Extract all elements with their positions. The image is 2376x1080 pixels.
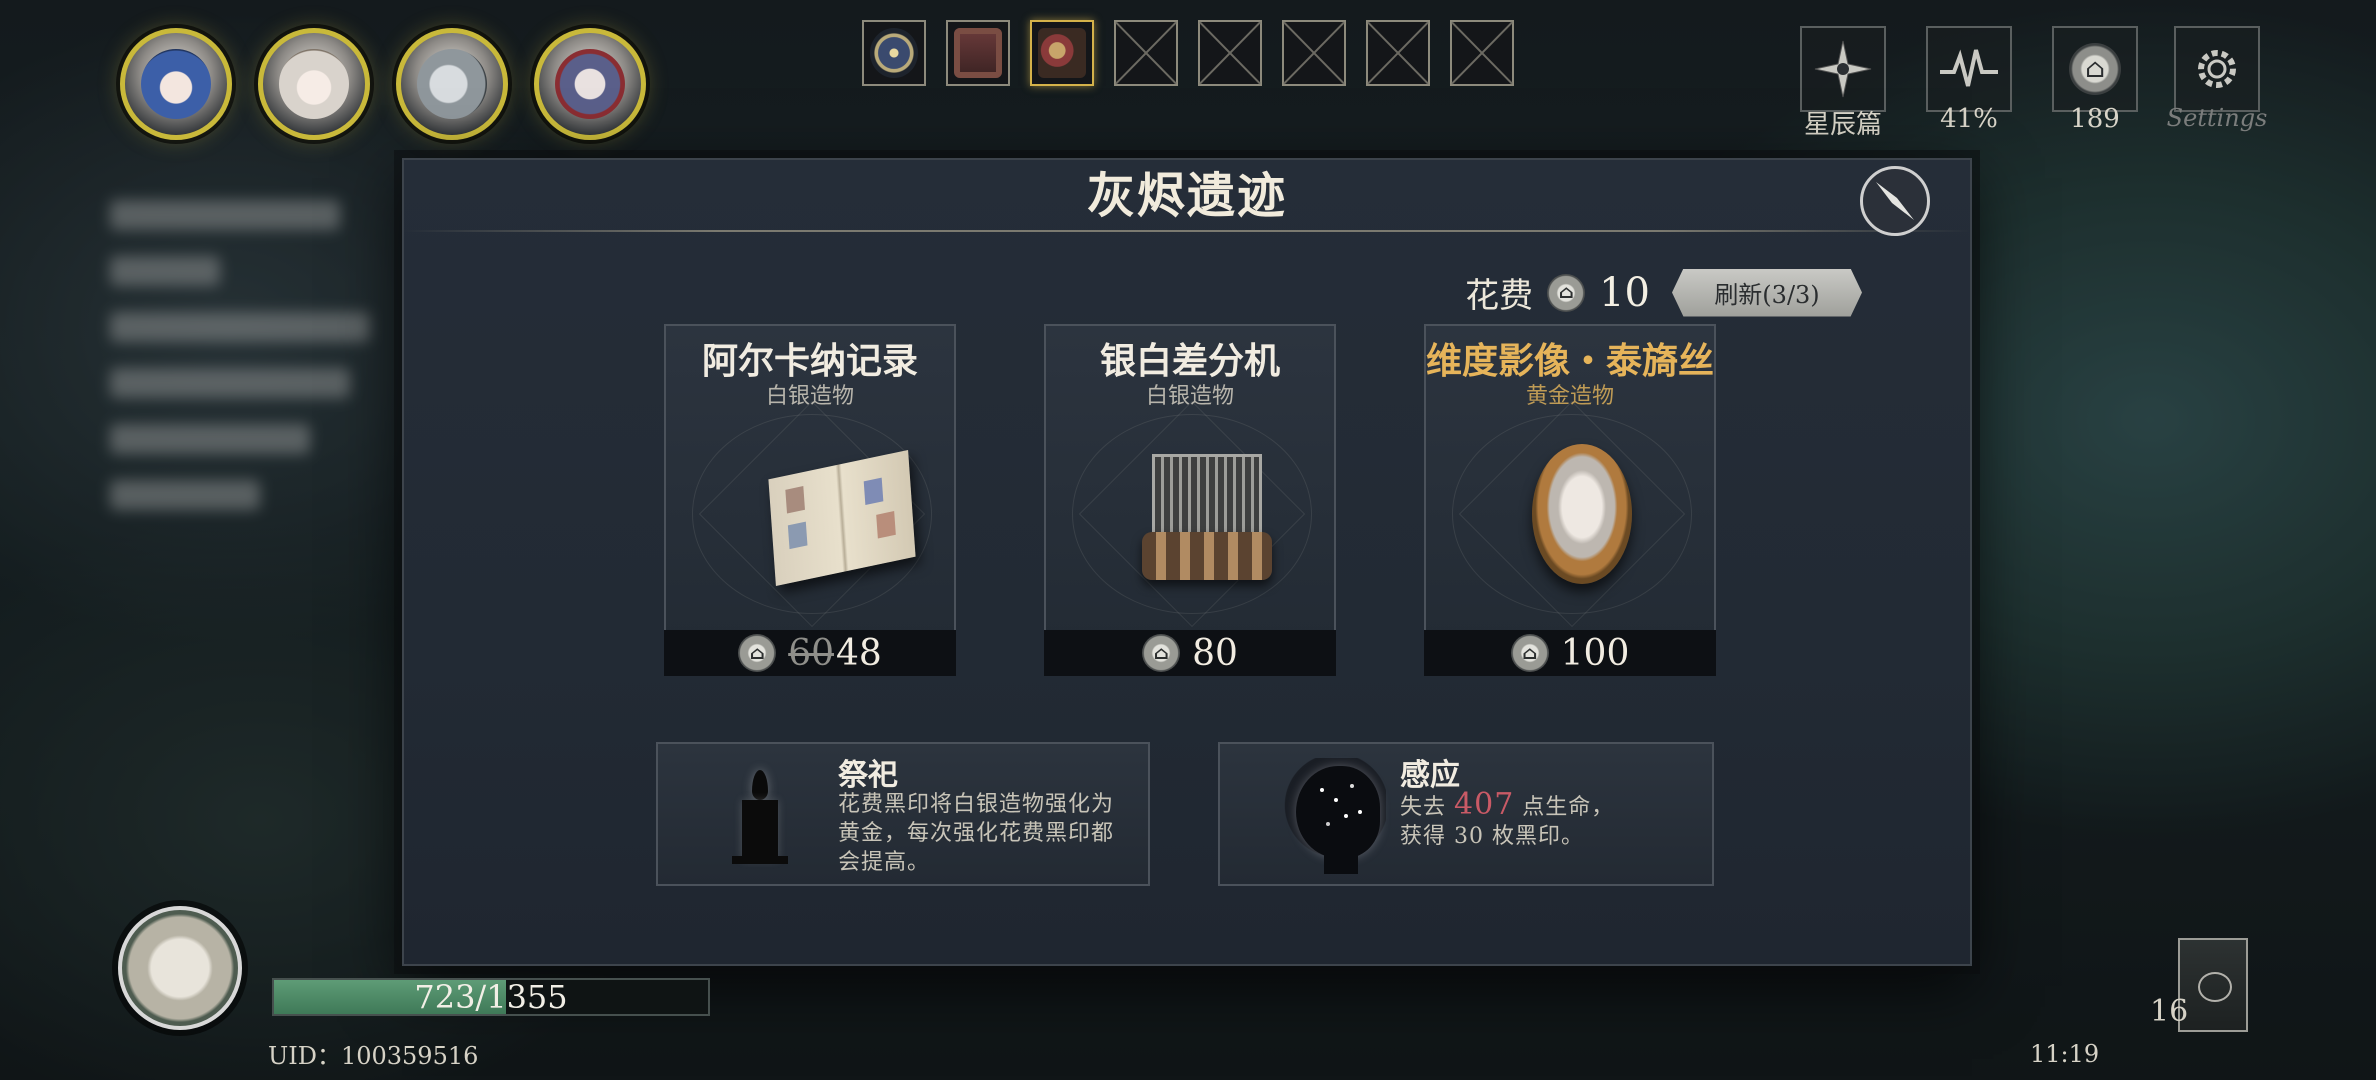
relic-slot-empty[interactable] (1114, 20, 1178, 86)
item-name: 维度影像・泰旖丝 (1426, 340, 1715, 382)
shop-item-card[interactable]: 银白差分机 白银造物 ⌂ 80 (1044, 324, 1336, 676)
item-image-difference-engine (1072, 400, 1312, 628)
item-price: ⌂ 100 (1424, 630, 1716, 676)
relic-slot-3[interactable] (1030, 20, 1094, 86)
refresh-cost-row: 花费 ⌂ 10 刷新(3/3) (1465, 268, 1862, 317)
relic-slot-2[interactable] (946, 20, 1010, 86)
action-description: 失去 407 点生命， 获得 30 枚黑印。 (1400, 787, 1615, 850)
relic-slot-empty[interactable] (1366, 20, 1430, 86)
party-avatar-3[interactable] (396, 28, 508, 140)
sense-action-button[interactable]: 感应 失去 407 点生命， 获得 30 枚黑印。 (1218, 742, 1714, 886)
starry-head-icon (1276, 758, 1386, 876)
settings-button[interactable] (2174, 26, 2260, 112)
seal-coin-icon: ⌂ (1510, 634, 1549, 672)
deck-button[interactable] (2178, 938, 2248, 1032)
seal-coin-icon: ⌂ (738, 634, 777, 672)
ash-ruins-shop-dialog: 灰烬遗迹 花费 ⌂ 10 刷新(3/3) 阿尔卡纳记录 白银造物 ⌂ 60 48… (402, 158, 1972, 966)
gear-icon (2198, 50, 2236, 88)
cost-value: 10 (1599, 269, 1650, 316)
item-name: 阿尔卡纳记录 (701, 340, 918, 382)
sacrifice-action-button[interactable]: 祭祀 花费黑印将白银造物强化为黄金，每次强化花费黑印都会提高。 (656, 742, 1150, 886)
action-title: 感应 (1400, 758, 1460, 793)
action-title: 祭祀 (838, 758, 898, 793)
compass-star-icon (1814, 40, 1872, 98)
hp-text: 723/1355 (414, 978, 568, 1016)
item-price: ⌂ 60 48 (664, 630, 956, 676)
divider (404, 230, 1970, 232)
chapter-star-button[interactable] (1800, 26, 1886, 112)
hp-cost-value: 407 (1454, 787, 1515, 822)
seal-coin-icon: ⌂ (1142, 634, 1181, 672)
candle-icon (732, 770, 788, 866)
price-value: 80 (1192, 632, 1238, 674)
settings-label: Settings (2166, 104, 2268, 132)
party-avatar-1[interactable] (120, 28, 232, 140)
pulse-button[interactable] (1926, 26, 2012, 112)
relic-slot-empty[interactable] (1450, 20, 1514, 86)
clock: 11:19 (2030, 1040, 2100, 1068)
party-avatar-2[interactable] (258, 28, 370, 140)
hp-bar: 723/1355 (272, 978, 710, 1016)
action-description: 花费黑印将白银造物强化为黄金，每次强化花费黑印都会提高。 (838, 792, 1115, 875)
pulse-percent-label: 41% (1940, 104, 1998, 134)
shop-item-card[interactable]: 维度影像・泰旖丝 黄金造物 ⌂ 100 (1424, 324, 1716, 676)
black-seal-currency[interactable]: ⌂ (2052, 26, 2138, 112)
item-price: ⌂ 80 (1044, 630, 1336, 676)
refresh-button[interactable]: 刷新(3/3) (1672, 268, 1862, 317)
price-value: 100 (1560, 632, 1630, 674)
relic-slot-empty[interactable] (1198, 20, 1262, 86)
item-name: 银白差分机 (1099, 340, 1280, 382)
seal-coin-icon: ⌂ (1547, 273, 1586, 312)
deck-count: 16 (2150, 994, 2189, 1029)
uid-label: UID：100359516 (268, 1042, 479, 1070)
close-icon (1876, 182, 1914, 220)
heartbeat-icon (1940, 49, 1998, 87)
item-image-arcana-record (692, 400, 932, 628)
close-button[interactable] (1860, 166, 1930, 236)
dialog-title: 灰烬遗迹 (1086, 168, 1287, 224)
seal-coin-icon: ⌂ (2069, 43, 2121, 95)
chapter-label: 星辰篇 (1803, 110, 1882, 140)
shop-item-card[interactable]: 阿尔卡纳记录 白银造物 ⌂ 60 48 (664, 324, 956, 676)
original-price: 60 (788, 632, 834, 674)
discounted-price: 48 (836, 632, 882, 674)
relic-slot-1[interactable] (862, 20, 926, 86)
cost-label: 花费 (1465, 276, 1534, 316)
relic-slot-empty[interactable] (1282, 20, 1346, 86)
currency-count-label: 189 (2070, 104, 2120, 134)
item-image-dimension-portrait (1452, 400, 1692, 628)
party-avatar-4[interactable] (534, 28, 646, 140)
player-avatar[interactable] (118, 906, 242, 1030)
